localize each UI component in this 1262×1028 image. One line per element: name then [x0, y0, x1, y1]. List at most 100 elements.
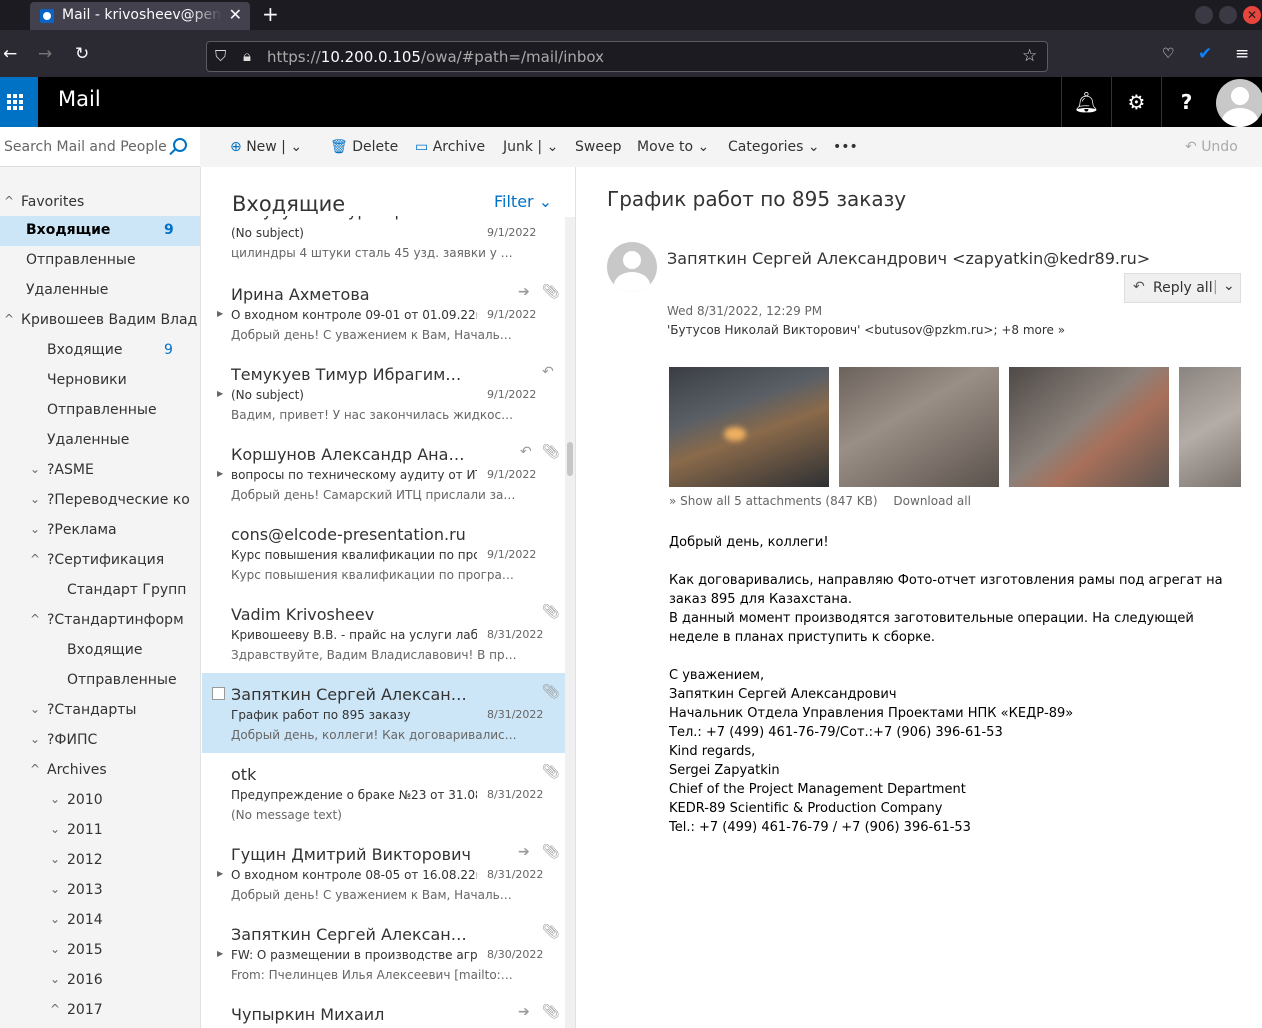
chevron-down-icon[interactable]: ⌄	[1223, 278, 1235, 294]
folder-2016[interactable]: ⌄ 2016	[0, 966, 200, 996]
reading-pane: График работ по 895 заказу Запяткин Серг…	[577, 167, 1262, 1028]
undo-icon: ↶	[1185, 139, 1197, 155]
lock-icon[interactable]: 🔒︎	[243, 47, 251, 65]
user-avatar[interactable]	[1216, 79, 1262, 127]
list-item[interactable]: Ирина Ахметова ➔ 📎︎ ▶ О входном контроле…	[202, 273, 565, 353]
chevron-down-icon[interactable]: ⌄	[290, 139, 302, 155]
forward-icon: ➔	[518, 844, 530, 860]
favorites-header[interactable]: ^ Favorites	[0, 188, 200, 218]
tab-title: Mail - krivosheev@penzhi	[62, 7, 222, 23]
attachment-thumbnail[interactable]	[1009, 367, 1169, 487]
download-all-link[interactable]: Download all	[893, 494, 970, 508]
folder-stdinform-sent[interactable]: Отправленные	[0, 666, 200, 696]
folder-2011[interactable]: ⌄ 2011	[0, 816, 200, 846]
folder-cert[interactable]: ^ ?Сертификация	[0, 546, 200, 576]
list-item-selected[interactable]: Запяткин Сергей Александр... 📎︎ График р…	[202, 673, 565, 753]
forward-arrow-icon[interactable]: →	[38, 44, 52, 64]
app-menu-icon[interactable]: ≡	[1235, 44, 1249, 64]
folder-fips[interactable]: ⌄ ?ФИПС	[0, 726, 200, 756]
new-button[interactable]: ⊕ New | ⌄	[230, 139, 302, 155]
fav-folder-inbox[interactable]: Входящие 9	[0, 216, 200, 246]
junk-button[interactable]: Junk | ⌄	[503, 139, 558, 155]
attachment-thumbnail[interactable]	[839, 367, 999, 487]
help-icon[interactable]: ?	[1161, 77, 1211, 127]
scrollbar-thumb[interactable]	[567, 442, 573, 476]
move-to-button[interactable]: Move to ⌄	[637, 139, 709, 155]
browser-tab[interactable]: Mail - krivosheev@penzhi ✕	[30, 2, 250, 30]
minimize-window-button[interactable]	[1195, 6, 1213, 24]
list-header-cover: Входящие Filter ⌄	[232, 192, 562, 216]
address-bar[interactable]: ⛉ 🔒︎ https://10.200.0.105/owa/#path=/mai…	[206, 41, 1048, 72]
folder-drafts[interactable]: Черновики	[0, 366, 200, 396]
back-arrow-icon[interactable]: ←	[3, 44, 17, 64]
fav-folder-deleted[interactable]: Удаленные	[0, 276, 200, 306]
expand-icon[interactable]: ▶	[217, 389, 223, 398]
folder-2010[interactable]: ⌄ 2010	[0, 786, 200, 816]
recipients[interactable]: 'Бутусов Николай Викторович' <butusov@pz…	[667, 323, 1065, 337]
list-item[interactable]: Vadim Krivosheev 📎︎ Кривошееву В.В. - пр…	[202, 593, 565, 673]
list-item[interactable]: Гущин Дмитрий Викторович ➔ 📎︎ ▶ О входно…	[202, 833, 565, 913]
pocket-icon[interactable]: ♡	[1162, 46, 1175, 62]
maximize-window-button[interactable]	[1219, 6, 1237, 24]
folder-translate[interactable]: ⌄ ?Переводческие ко	[0, 486, 200, 516]
expand-icon[interactable]: ▶	[217, 469, 223, 478]
folder-ads[interactable]: ⌄ ?Реклама	[0, 516, 200, 546]
list-item[interactable]: Запяткин Сергей Александр... 📎︎ ▶ FW: О …	[202, 913, 565, 993]
attachment-links: » Show all 5 attachments (847 KB) Downlo…	[669, 494, 971, 508]
show-all-attachments-link[interactable]: » Show all 5 attachments (847 KB)	[669, 494, 878, 508]
folder-standards[interactable]: ⌄ ?Стандарты	[0, 696, 200, 726]
app-launcher-icon[interactable]	[0, 77, 38, 127]
filter-label[interactable]: Filter ⌄	[494, 192, 552, 211]
gear-icon[interactable]: ⚙	[1111, 77, 1161, 127]
folder-asme[interactable]: ⌄ ?ASME	[0, 456, 200, 486]
undo-button[interactable]: ↶ Undo	[1185, 139, 1238, 155]
folder-2012[interactable]: ⌄ 2012	[0, 846, 200, 876]
sweep-button[interactable]: Sweep	[575, 139, 621, 155]
reply-all-button[interactable]: ↶ Reply all | ⌄	[1124, 273, 1241, 303]
categories-button[interactable]: Categories ⌄	[728, 139, 820, 155]
folder-inbox[interactable]: Входящие 9	[0, 336, 200, 366]
expand-icon[interactable]: ▶	[217, 309, 223, 318]
folder-std-group[interactable]: Стандарт Групп	[0, 576, 200, 606]
reload-icon[interactable]: ↻	[75, 44, 89, 64]
delete-button[interactable]: 🗑︎ Delete	[330, 139, 398, 155]
search-input[interactable]: Search Mail and People	[0, 127, 200, 167]
list-item[interactable]: cons@elcode-presentation.ru Курс повышен…	[202, 513, 565, 593]
folder-2014[interactable]: ⌄ 2014	[0, 906, 200, 936]
outlook-favicon-icon	[40, 9, 54, 23]
folder-stdinform[interactable]: ^ ?Стандартинформ	[0, 606, 200, 636]
folder-2013[interactable]: ⌄ 2013	[0, 876, 200, 906]
attachment-thumbnail[interactable]	[669, 367, 829, 487]
close-tab-icon[interactable]: ✕	[229, 5, 242, 24]
bookmark-star-icon[interactable]: ☆	[1022, 46, 1037, 66]
list-item[interactable]: otk 📎︎ Предупреждение о браке №23 от 31.…	[202, 753, 565, 833]
folder-archives[interactable]: ^ Archives	[0, 756, 200, 786]
archive-button[interactable]: ▭ Archive	[415, 139, 485, 155]
account-header[interactable]: ^ Кривошеев Вадим Влад	[0, 306, 200, 336]
trash-icon: 🗑︎	[330, 139, 348, 155]
search-icon[interactable]	[173, 138, 187, 152]
folder-sent[interactable]: Отправленные	[0, 396, 200, 426]
close-window-button[interactable]: ✕	[1243, 6, 1261, 24]
bell-icon[interactable]: 🔔︎	[1061, 77, 1111, 127]
shield-icon[interactable]: ⛉	[215, 47, 226, 65]
attachment-thumbnail[interactable]	[1179, 367, 1241, 487]
sender-name[interactable]: Запяткин Сергей Александрович <zapyatkin…	[667, 249, 1150, 268]
list-item[interactable]: Темукуев Тимур Ибрагимович ↶ ▶ (No subje…	[202, 353, 565, 433]
new-tab-button[interactable]: +	[262, 2, 279, 26]
expand-icon[interactable]: ▶	[217, 949, 223, 958]
list-item[interactable]: Чупыркин Михаил ➔ 📎︎	[202, 993, 565, 1028]
select-checkbox[interactable]	[212, 687, 225, 700]
folder-deleted[interactable]: Удаленные	[0, 426, 200, 456]
sender-avatar[interactable]	[607, 242, 657, 292]
expand-icon[interactable]: ▶	[217, 869, 223, 878]
folder-stdinform-inbox[interactable]: Входящие	[0, 636, 200, 666]
message-list-scrollbar[interactable]	[565, 217, 575, 1028]
more-actions-button[interactable]: •••	[833, 139, 858, 155]
fav-folder-sent[interactable]: Отправленные	[0, 246, 200, 276]
folder-2017[interactable]: ^ 2017	[0, 996, 200, 1026]
list-item[interactable]: Коршунов Александр Анато... ↶ 📎︎ ▶ вопро…	[202, 433, 565, 513]
folder-2015[interactable]: ⌄ 2015	[0, 936, 200, 966]
extension-check-icon[interactable]: ✔	[1198, 44, 1212, 64]
chevron-down-icon[interactable]: ⌄	[547, 139, 559, 155]
